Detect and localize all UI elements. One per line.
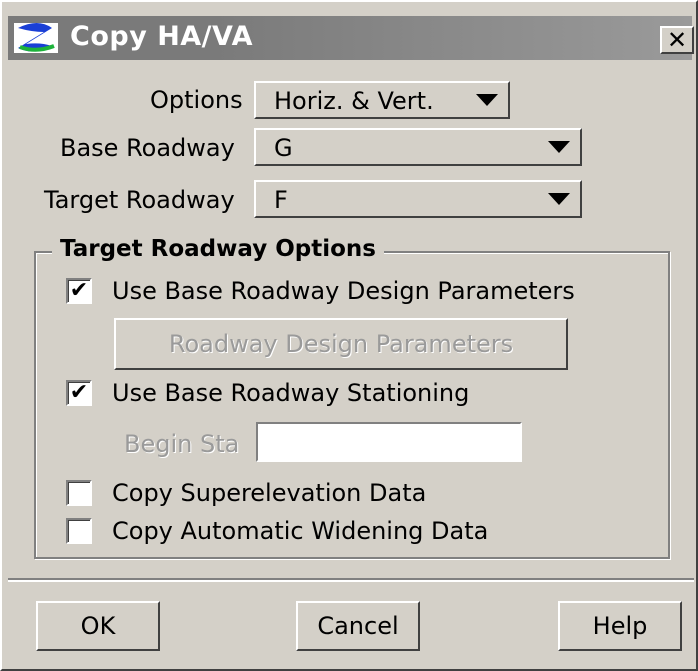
target-roadway-dropdown[interactable]: F	[254, 180, 582, 218]
divider	[8, 578, 694, 582]
check-icon: ✔	[69, 380, 89, 405]
copy-auto-widening-label: Copy Automatic Widening Data	[112, 517, 489, 545]
close-icon: ✕	[666, 26, 688, 54]
chevron-down-icon	[476, 94, 498, 106]
options-label: Options	[150, 86, 243, 114]
app-logo-icon	[14, 23, 58, 53]
use-base-design-params-checkbox[interactable]: ✔	[66, 278, 92, 304]
base-roadway-value: G	[274, 134, 293, 162]
target-roadway-label: Target Roadway	[44, 186, 235, 214]
ok-button[interactable]: OK	[36, 601, 160, 651]
close-button[interactable]: ✕	[660, 26, 694, 54]
options-dropdown[interactable]: Horiz. & Vert.	[254, 81, 510, 119]
use-base-stationing-checkbox[interactable]: ✔	[66, 380, 92, 406]
group-title: Target Roadway Options	[52, 236, 384, 262]
base-roadway-label: Base Roadway	[60, 134, 235, 162]
copy-superelevation-label: Copy Superelevation Data	[112, 479, 427, 507]
begin-sta-label: Begin Sta	[124, 430, 240, 458]
copy-superelevation-checkbox[interactable]	[66, 480, 92, 506]
options-value: Horiz. & Vert.	[274, 87, 434, 115]
chevron-down-icon	[548, 193, 570, 205]
cancel-button[interactable]: Cancel	[296, 601, 420, 651]
target-roadway-value: F	[274, 186, 288, 214]
check-icon: ✔	[69, 278, 89, 303]
base-roadway-dropdown[interactable]: G	[254, 128, 582, 166]
roadway-design-parameters-button[interactable]: Roadway Design Parameters	[114, 318, 568, 370]
window-title: Copy HA/VA	[70, 21, 254, 52]
dialog-window: Copy HA/VA ✕ Options Horiz. & Vert. Base…	[0, 0, 698, 671]
title-bar[interactable]: Copy HA/VA ✕	[8, 8, 694, 62]
copy-auto-widening-checkbox[interactable]	[66, 518, 92, 544]
use-base-design-params-label: Use Base Roadway Design Parameters	[112, 277, 575, 305]
chevron-down-icon	[548, 141, 570, 153]
begin-sta-field[interactable]	[256, 422, 522, 462]
help-button[interactable]: Help	[558, 601, 682, 651]
use-base-stationing-label: Use Base Roadway Stationing	[112, 379, 470, 407]
